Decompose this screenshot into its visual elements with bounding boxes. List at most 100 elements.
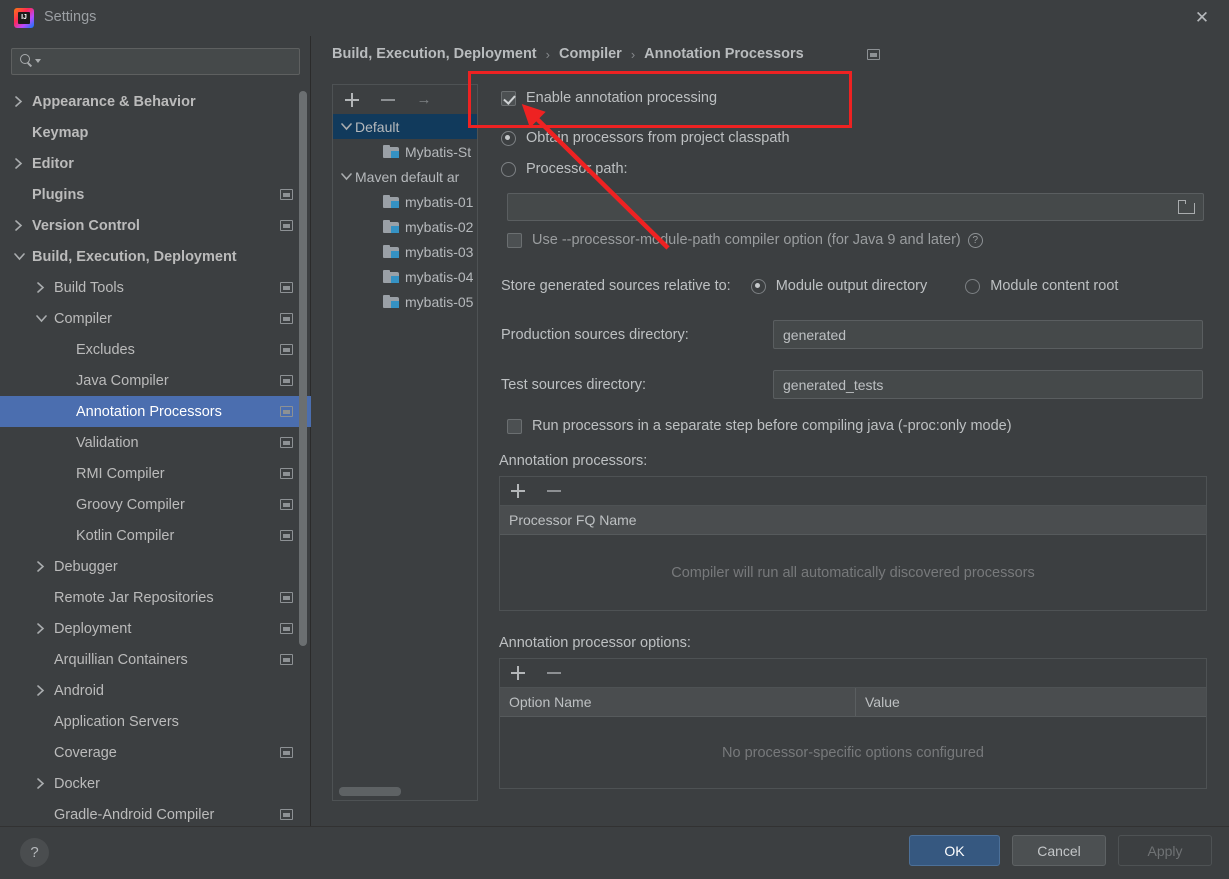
processor-path-row[interactable]: Processor path:: [501, 161, 628, 177]
sidebar-item-rmi-compiler[interactable]: RMI Compiler: [0, 458, 311, 489]
sidebar-item-arquillian-containers[interactable]: Arquillian Containers: [0, 644, 311, 675]
chevron-right-icon[interactable]: [14, 96, 32, 107]
module-item-label: mybatis-04: [405, 269, 473, 285]
sidebar-item-java-compiler[interactable]: Java Compiler: [0, 365, 311, 396]
sidebar-item-android[interactable]: Android: [0, 675, 311, 706]
close-icon[interactable]: ✕: [1189, 6, 1215, 30]
module-output-directory-radio[interactable]: [751, 279, 766, 294]
chevron-right-icon[interactable]: [14, 158, 32, 169]
sidebar-item-groovy-compiler[interactable]: Groovy Compiler: [0, 489, 311, 520]
obtain-from-classpath-radio[interactable]: [501, 131, 516, 146]
chevron-right-icon[interactable]: [36, 685, 54, 696]
run-processors-separate-step-checkbox[interactable]: [507, 419, 522, 434]
remove-processor-button[interactable]: [545, 482, 563, 500]
help-icon[interactable]: ?: [968, 233, 983, 248]
module-content-root-radio[interactable]: [965, 279, 980, 294]
chevron-down-icon[interactable]: [337, 172, 355, 181]
module-list-item[interactable]: mybatis-05: [333, 289, 477, 314]
sidebar-item-excludes[interactable]: Excludes: [0, 334, 311, 365]
sidebar-item-annotation-processors[interactable]: Annotation Processors: [0, 396, 311, 427]
add-option-button[interactable]: [509, 664, 527, 682]
add-processor-button[interactable]: [509, 482, 527, 500]
search-input[interactable]: [44, 52, 292, 71]
chevron-right-icon[interactable]: [36, 282, 54, 293]
sidebar-item-build-tools[interactable]: Build Tools: [0, 272, 311, 303]
breadcrumb-part-1[interactable]: Compiler: [559, 46, 622, 62]
sidebar-item-label: Editor: [32, 156, 74, 172]
use-processor-module-path-checkbox[interactable]: [507, 233, 522, 248]
browse-folder-icon[interactable]: [1178, 200, 1195, 214]
processor-path-input[interactable]: [507, 193, 1204, 221]
chevron-down-icon[interactable]: [35, 59, 41, 63]
sidebar-item-deployment[interactable]: Deployment: [0, 613, 311, 644]
sidebar-item-label: Build Tools: [54, 280, 124, 296]
settings-dialog: IJ Settings ✕ Appearance & BehaviorKeyma…: [0, 0, 1229, 879]
window-title: Settings: [44, 9, 96, 25]
settings-tree[interactable]: Appearance & BehaviorKeymap Editor Plugins…: [0, 86, 311, 826]
processor-path-radio[interactable]: [501, 162, 516, 177]
module-group-item[interactable]: Maven default ar: [333, 164, 477, 189]
module-list-item[interactable]: mybatis-01: [333, 189, 477, 214]
module-list-item[interactable]: mybatis-04: [333, 264, 477, 289]
module-item-label: mybatis-01: [405, 194, 473, 210]
project-scope-icon: [280, 499, 293, 510]
sidebar-item-label: Android: [54, 683, 104, 699]
sidebar-item-kotlin-compiler[interactable]: Kotlin Compiler: [0, 520, 311, 551]
ok-button[interactable]: OK: [909, 835, 1000, 866]
module-toolbar: →: [333, 85, 477, 114]
run-processors-separate-step-row[interactable]: Run processors in a separate step before…: [507, 418, 1012, 434]
module-list-item[interactable]: Mybatis-St: [333, 139, 477, 164]
cancel-button[interactable]: Cancel: [1012, 835, 1106, 866]
sidebar-item-docker[interactable]: Docker: [0, 768, 311, 799]
enable-annotation-processing-checkbox[interactable]: [501, 91, 516, 106]
search-field-wrapper: [11, 48, 300, 75]
sidebar-item-coverage[interactable]: Coverage: [0, 737, 311, 768]
move-to-profile-button[interactable]: →: [415, 91, 433, 109]
sidebar-item-application-servers[interactable]: Application Servers: [0, 706, 311, 737]
sidebar-item-editor[interactable]: Editor: [0, 148, 311, 179]
chevron-right-icon[interactable]: [36, 623, 54, 634]
module-panel-scrollbar[interactable]: [339, 787, 401, 796]
sidebar-item-label: Deployment: [54, 621, 131, 637]
sidebar-item-version-control[interactable]: Version Control: [0, 210, 311, 241]
chevron-down-icon[interactable]: [14, 252, 32, 261]
sidebar-item-remote-jar-repositories[interactable]: Remote Jar Repositories: [0, 582, 311, 613]
chevron-right-icon[interactable]: [14, 220, 32, 231]
breadcrumb-part-0[interactable]: Build, Execution, Deployment: [332, 46, 537, 62]
chevron-right-icon[interactable]: [36, 778, 54, 789]
sidebar-item-label: Application Servers: [54, 714, 179, 730]
use-processor-module-path-row[interactable]: Use --processor-module-path compiler opt…: [507, 232, 983, 248]
module-group-item[interactable]: Default: [333, 114, 477, 139]
sidebar-scrollbar[interactable]: [299, 91, 307, 646]
sidebar-item-gradle-android-compiler[interactable]: Gradle-Android Compiler: [0, 799, 311, 826]
column-header-value: Value: [856, 688, 1206, 716]
sidebar-item-build-execution-deployment[interactable]: Build, Execution, Deployment: [0, 241, 311, 272]
chevron-right-icon[interactable]: [36, 561, 54, 572]
sidebar-item-plugins[interactable]: Plugins: [0, 179, 311, 210]
test-sources-input[interactable]: [773, 370, 1203, 399]
remove-option-button[interactable]: [545, 664, 563, 682]
module-list-item[interactable]: mybatis-02: [333, 214, 477, 239]
sidebar-item-keymap[interactable]: Keymap: [0, 117, 311, 148]
module-list[interactable]: DefaultMybatis-StMaven default ar mybatis…: [333, 114, 477, 786]
chevron-down-icon[interactable]: [337, 122, 355, 131]
sidebar-item-debugger[interactable]: Debugger: [0, 551, 311, 582]
chevron-down-icon[interactable]: [36, 314, 54, 323]
module-folder-icon: [383, 245, 399, 258]
annotation-processor-options-toolbar: [500, 659, 1206, 688]
sidebar-item-compiler[interactable]: Compiler: [0, 303, 311, 334]
help-button[interactable]: ?: [20, 838, 49, 867]
annotation-processors-empty-text: Compiler will run all automatically disc…: [500, 535, 1206, 610]
module-item-label: mybatis-03: [405, 244, 473, 260]
add-profile-button[interactable]: [343, 91, 361, 109]
module-list-item[interactable]: mybatis-03: [333, 239, 477, 264]
project-scope-icon: [280, 437, 293, 448]
enable-annotation-processing-row[interactable]: Enable annotation processing: [501, 90, 717, 106]
obtain-processors-row[interactable]: Obtain processors from project classpath: [501, 130, 790, 146]
sidebar-item-validation[interactable]: Validation: [0, 427, 311, 458]
sidebar-item-label: Plugins: [32, 187, 84, 203]
remove-profile-button[interactable]: [379, 91, 397, 109]
sidebar-item-appearance-behavior[interactable]: Appearance & Behavior: [0, 86, 311, 117]
search-box[interactable]: [11, 48, 300, 75]
production-sources-input[interactable]: [773, 320, 1203, 349]
